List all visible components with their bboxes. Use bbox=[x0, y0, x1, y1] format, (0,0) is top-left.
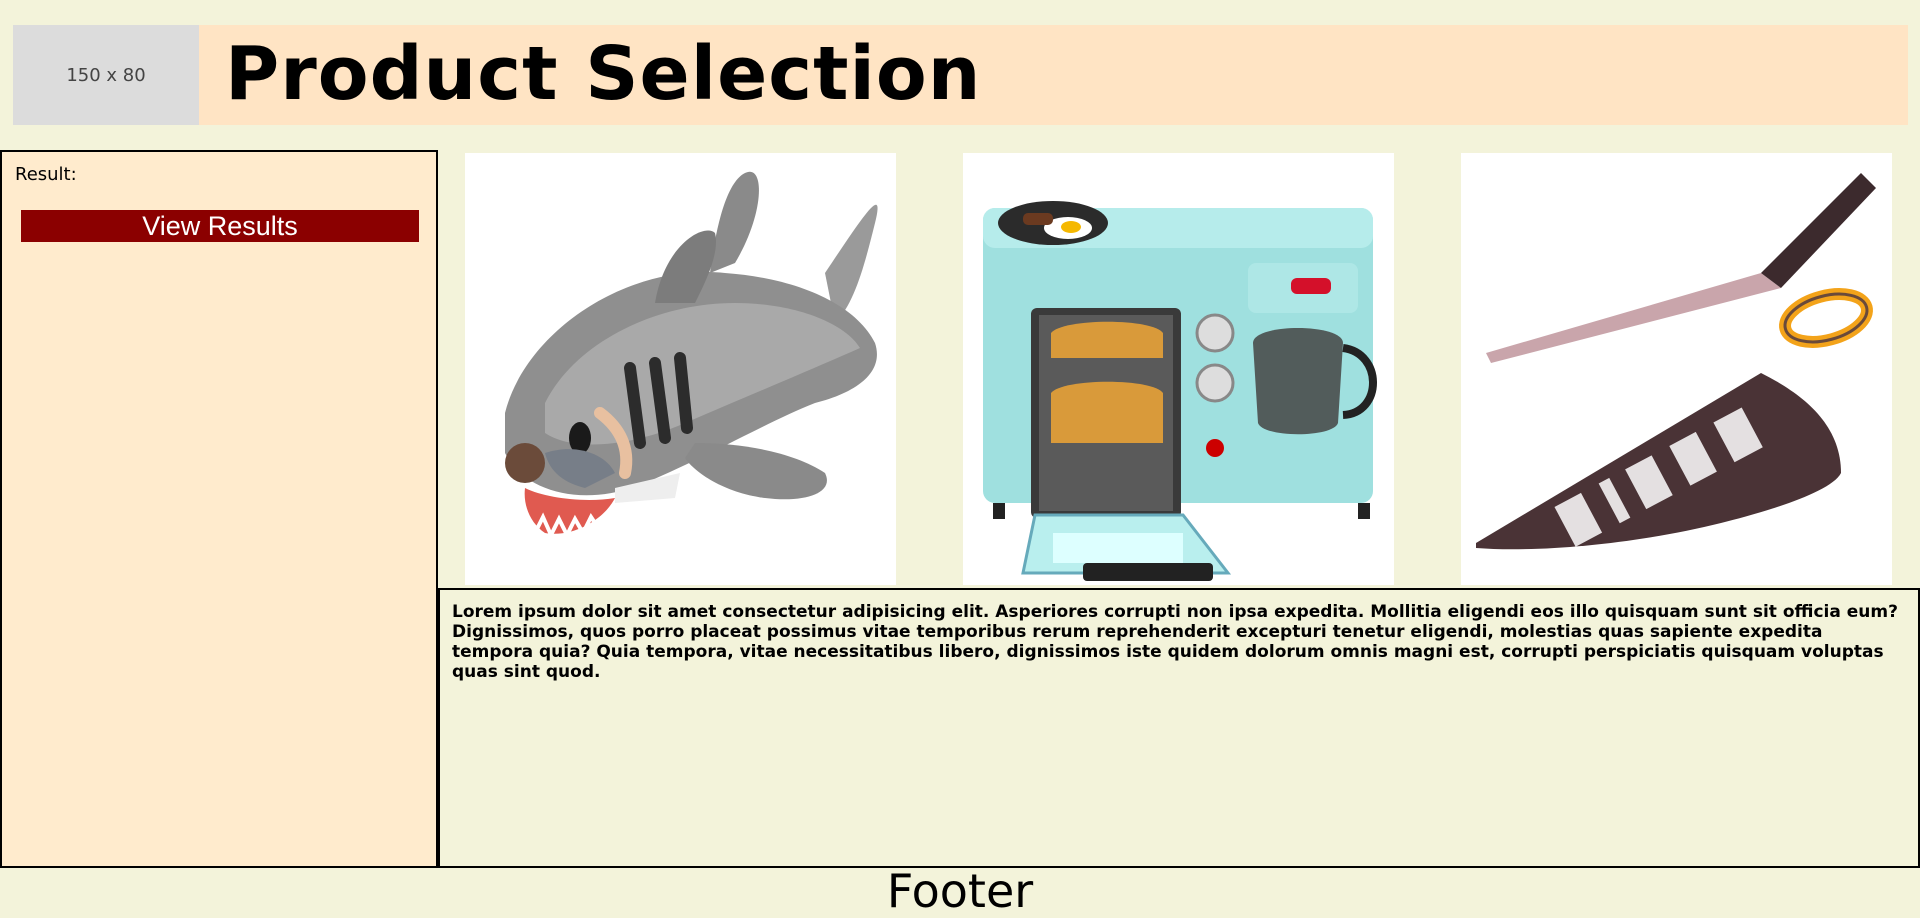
product-image-shark-sleeping-bag[interactable] bbox=[465, 153, 896, 585]
footer: Footer bbox=[886, 864, 1034, 918]
view-results-button[interactable]: View Results bbox=[21, 210, 419, 242]
result-label: Result: bbox=[15, 164, 77, 185]
header: 150 x 80 Product Selection bbox=[13, 25, 1908, 125]
sidebar: Result: View Results bbox=[0, 150, 438, 868]
pizza-scissors-image bbox=[1461, 153, 1892, 585]
logo-placeholder: 150 x 80 bbox=[13, 25, 199, 125]
product-image-pizza-scissors[interactable] bbox=[1461, 153, 1892, 585]
product-image-toaster-oven[interactable] bbox=[963, 153, 1394, 585]
shark-sleeping-bag-image bbox=[465, 153, 896, 585]
toaster-oven-image bbox=[963, 153, 1394, 585]
content-text: Lorem ipsum dolor sit amet consectetur a… bbox=[452, 602, 1898, 682]
page-title: Product Selection bbox=[225, 31, 982, 117]
content-panel: Lorem ipsum dolor sit amet consectetur a… bbox=[438, 588, 1920, 868]
